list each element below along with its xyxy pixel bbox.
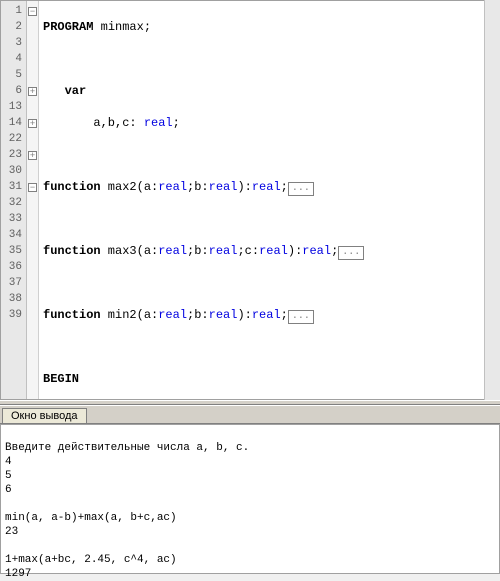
vertical-scrollbar[interactable] [484, 0, 500, 400]
fold-toggle[interactable]: + [27, 147, 38, 163]
code-area[interactable]: PROGRAM minmax; var a,b,c: real; functio… [39, 1, 499, 399]
output-header: Окно вывода [0, 405, 500, 424]
fold-toggle[interactable]: − [27, 3, 38, 19]
fold-toggle[interactable]: − [27, 179, 38, 195]
collapsed-region[interactable]: ... [288, 182, 314, 196]
code-editor-pane: 1 2 3 4 5 6 13 14 22 23 30 31 32 33 34 3… [0, 0, 500, 400]
line-number-gutter: 1 2 3 4 5 6 13 14 22 23 30 31 32 33 34 3… [1, 1, 27, 399]
fold-toggle[interactable]: + [27, 83, 38, 99]
fold-toggle[interactable]: + [27, 115, 38, 131]
fold-column: − + + + − [27, 1, 39, 399]
collapsed-region[interactable]: ... [288, 310, 314, 324]
output-tab[interactable]: Окно вывода [2, 408, 87, 423]
output-console[interactable]: Введите действительные числа a, b, c. 4 … [0, 424, 500, 574]
collapsed-region[interactable]: ... [338, 246, 364, 260]
